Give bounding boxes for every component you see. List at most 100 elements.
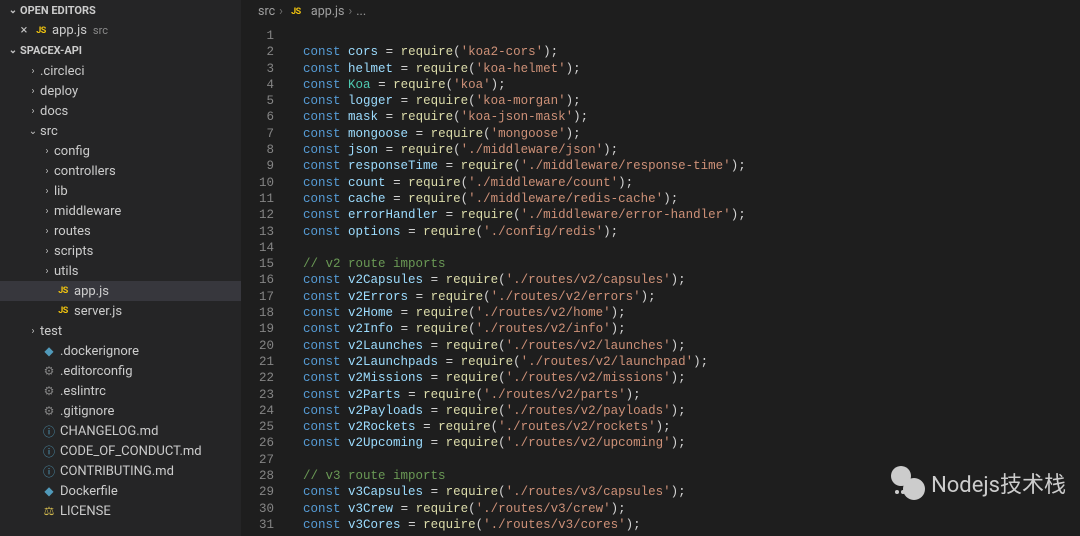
tree-item-label: server.js xyxy=(74,304,122,319)
gear-icon: ⚙ xyxy=(40,364,58,378)
line-number: 26 xyxy=(242,435,274,451)
tree-item-label: .dockerignore xyxy=(60,344,139,359)
line-number: 14 xyxy=(242,240,274,256)
breadcrumb-segment[interactable]: ... xyxy=(356,4,366,19)
code-line: const count = require('./middleware/coun… xyxy=(288,175,1080,191)
code-line: const helmet = require('koa-helmet'); xyxy=(288,61,1080,77)
code-line: const json = require('./middleware/json'… xyxy=(288,142,1080,158)
tree-item-label: middleware xyxy=(54,204,121,219)
open-editor-item[interactable]: × JS app.js src xyxy=(0,21,241,40)
folder-item-middleware[interactable]: ›middleware xyxy=(0,201,241,221)
code-line: const v2Launches = require('./routes/v2/… xyxy=(288,338,1080,354)
line-number: 20 xyxy=(242,338,274,354)
code-content[interactable]: const cors = require('koa2-cors'); const… xyxy=(288,24,1080,536)
folder-root-header[interactable]: ⌄ SPACEX-API xyxy=(0,40,241,61)
code-line: const errorHandler = require('./middlewa… xyxy=(288,207,1080,223)
breadcrumb-segment[interactable]: src xyxy=(258,4,275,19)
gear-icon: ⚙ xyxy=(40,404,58,418)
folder-item-lib[interactable]: ›lib xyxy=(0,181,241,201)
folder-item-docs[interactable]: ›docs xyxy=(0,101,241,121)
tree-item-label: deploy xyxy=(40,84,78,99)
folder-item-utils[interactable]: ›utils xyxy=(0,261,241,281)
gear-icon: ⚙ xyxy=(40,384,58,398)
chevron-right-icon: › xyxy=(40,226,54,237)
file-item-app-js[interactable]: JSapp.js xyxy=(0,281,241,301)
folder-item-config[interactable]: ›config xyxy=(0,141,241,161)
tree-item-label: app.js xyxy=(74,284,109,299)
js-icon: JS xyxy=(54,306,72,316)
chevron-down-icon: ⌄ xyxy=(26,126,40,137)
editor-area: src › JS app.js › ... 123456789101112131… xyxy=(242,0,1080,536)
line-number: 29 xyxy=(242,484,274,500)
close-icon[interactable]: × xyxy=(16,23,32,38)
file-item-contributing-md[interactable]: ⓘCONTRIBUTING.md xyxy=(0,461,241,481)
code-line: const v2Launchpads = require('./routes/v… xyxy=(288,354,1080,370)
code-line xyxy=(288,452,1080,468)
line-number: 11 xyxy=(242,191,274,207)
code-editor[interactable]: 1234567891011121314151617181920212223242… xyxy=(242,24,1080,536)
info-icon: ⓘ xyxy=(40,443,58,460)
code-line: const v3Capsules = require('./routes/v3/… xyxy=(288,484,1080,500)
line-number: 17 xyxy=(242,289,274,305)
file-item--gitignore[interactable]: ⚙.gitignore xyxy=(0,401,241,421)
code-line: const cors = require('koa2-cors'); xyxy=(288,44,1080,60)
folder-item--circleci[interactable]: ›.circleci xyxy=(0,61,241,81)
js-icon: JS xyxy=(287,7,305,17)
code-line: const Koa = require('koa'); xyxy=(288,77,1080,93)
line-number: 15 xyxy=(242,256,274,272)
file-item--editorconfig[interactable]: ⚙.editorconfig xyxy=(0,361,241,381)
tree-item-label: .eslintrc xyxy=(60,384,106,399)
file-item-license[interactable]: ⚖LICENSE xyxy=(0,501,241,521)
line-number: 10 xyxy=(242,175,274,191)
code-line: const v2Capsules = require('./routes/v2/… xyxy=(288,272,1080,288)
code-line xyxy=(288,28,1080,44)
chevron-right-icon: › xyxy=(26,86,40,97)
breadcrumb-segment[interactable]: app.js xyxy=(311,4,345,19)
line-number: 12 xyxy=(242,207,274,223)
line-number: 21 xyxy=(242,354,274,370)
breadcrumb[interactable]: src › JS app.js › ... xyxy=(242,0,1080,24)
line-number: 4 xyxy=(242,77,274,93)
line-number: 27 xyxy=(242,452,274,468)
line-number: 3 xyxy=(242,61,274,77)
tree-item-label: test xyxy=(40,324,62,339)
code-line: const v2Missions = require('./routes/v2/… xyxy=(288,370,1080,386)
folder-item-test[interactable]: ›test xyxy=(0,321,241,341)
line-number: 28 xyxy=(242,468,274,484)
tree-item-label: controllers xyxy=(54,164,116,179)
file-item-code-of-conduct-md[interactable]: ⓘCODE_OF_CONDUCT.md xyxy=(0,441,241,461)
file-tree: ›.circleci›deploy›docs⌄src›config›contro… xyxy=(0,61,241,521)
code-line: const v3Cores = require('./routes/v3/cor… xyxy=(288,517,1080,533)
tree-item-label: Dockerfile xyxy=(60,484,118,499)
line-number: 31 xyxy=(242,517,274,533)
chevron-right-icon: › xyxy=(26,106,40,117)
file-item--dockerignore[interactable]: ◆.dockerignore xyxy=(0,341,241,361)
open-editors-label: OPEN EDITORS xyxy=(20,4,96,17)
chevron-right-icon: › xyxy=(40,146,54,157)
tree-item-label: routes xyxy=(54,224,91,239)
open-editors-header[interactable]: ⌄ OPEN EDITORS xyxy=(0,0,241,21)
info-icon: ⓘ xyxy=(40,423,58,440)
tree-item-label: CODE_OF_CONDUCT.md xyxy=(60,444,202,459)
folder-item-deploy[interactable]: ›deploy xyxy=(0,81,241,101)
line-number: 1 xyxy=(242,28,274,44)
info-icon: ⓘ xyxy=(40,463,58,480)
docker-icon: ◆ xyxy=(40,344,58,358)
file-item-dockerfile[interactable]: ◆Dockerfile xyxy=(0,481,241,501)
chevron-right-icon: › xyxy=(26,326,40,337)
chevron-right-icon: › xyxy=(348,4,352,19)
tree-item-label: .gitignore xyxy=(60,404,114,419)
folder-root-label: SPACEX-API xyxy=(20,44,82,57)
folder-item-src[interactable]: ⌄src xyxy=(0,121,241,141)
open-editor-filename: app.js xyxy=(52,23,87,38)
chevron-right-icon: › xyxy=(40,266,54,277)
folder-item-scripts[interactable]: ›scripts xyxy=(0,241,241,261)
file-item--eslintrc[interactable]: ⚙.eslintrc xyxy=(0,381,241,401)
code-line: const v2Home = require('./routes/v2/home… xyxy=(288,305,1080,321)
file-item-changelog-md[interactable]: ⓘCHANGELOG.md xyxy=(0,421,241,441)
line-number: 9 xyxy=(242,158,274,174)
code-line: const mask = require('koa-json-mask'); xyxy=(288,109,1080,125)
folder-item-routes[interactable]: ›routes xyxy=(0,221,241,241)
folder-item-controllers[interactable]: ›controllers xyxy=(0,161,241,181)
file-item-server-js[interactable]: JSserver.js xyxy=(0,301,241,321)
